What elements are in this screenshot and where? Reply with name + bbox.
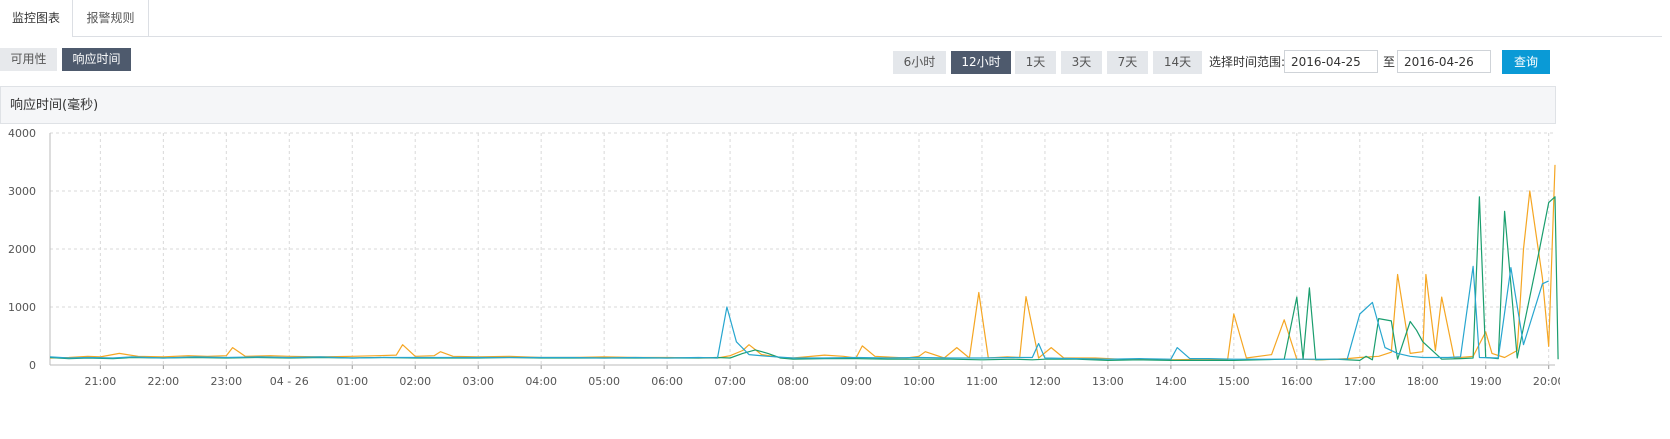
series-line-1 — [49, 196, 1559, 361]
tab-monitor-charts[interactable]: 监控图表 — [0, 0, 73, 37]
x-tick-label: 14:00 — [1155, 375, 1187, 388]
range-3d-button[interactable]: 3天 — [1061, 51, 1102, 74]
response-time-chart: 0 1000 2000 3000 4000 21:00 22:00 23:00 04 - 26 0… — [8, 127, 1560, 388]
metric-response-time-button[interactable]: 响应时间 — [62, 48, 131, 71]
x-tick-label: 05:00 — [588, 375, 620, 388]
x-tick-label: 11:00 — [966, 375, 998, 388]
x-tick-label: 03:00 — [462, 375, 494, 388]
x-tick-label: 13:00 — [1092, 375, 1124, 388]
y-tick-label: 0 — [29, 359, 36, 372]
x-tick-label: 06:00 — [651, 375, 683, 388]
series-line-2 — [49, 265, 1549, 360]
range-7d-button[interactable]: 7天 — [1107, 51, 1148, 74]
end-date-input[interactable] — [1397, 50, 1491, 73]
range-picker-label: 选择时间范围: — [1209, 55, 1286, 69]
x-tick-label: 17:00 — [1344, 375, 1376, 388]
top-tab-bar: 监控图表 报警规则 — [0, 0, 1662, 37]
range-12h-button[interactable]: 12小时 — [951, 51, 1011, 74]
x-tick-label: 04 - 26 — [270, 375, 309, 388]
x-tick-label: 22:00 — [147, 375, 179, 388]
metric-availability-button[interactable]: 可用性 — [0, 48, 57, 71]
y-tick-label: 3000 — [8, 185, 36, 198]
range-6h-button[interactable]: 6小时 — [893, 51, 946, 74]
x-tick-label: 19:00 — [1470, 375, 1502, 388]
x-tick-label: 02:00 — [399, 375, 431, 388]
x-tick-label: 12:00 — [1029, 375, 1061, 388]
x-tick-label: 16:00 — [1281, 375, 1313, 388]
y-tick-label: 2000 — [8, 243, 36, 256]
x-tick-label: 09:00 — [840, 375, 872, 388]
x-tick-label: 07:00 — [714, 375, 746, 388]
x-tick-label: 04:00 — [525, 375, 557, 388]
range-14d-button[interactable]: 14天 — [1153, 51, 1202, 74]
series-line-0 — [49, 164, 1556, 361]
start-date-input[interactable] — [1284, 50, 1378, 73]
chart-panel-header: 响应时间(毫秒) — [0, 86, 1556, 124]
x-tick-label: 15:00 — [1218, 375, 1250, 388]
date-separator: 至 — [1383, 55, 1396, 69]
x-tick-label: 20:00 — [1533, 375, 1560, 388]
y-tick-label: 1000 — [8, 301, 36, 314]
x-tick-label: 23:00 — [210, 375, 242, 388]
x-tick-label: 01:00 — [336, 375, 368, 388]
range-1d-button[interactable]: 1天 — [1015, 51, 1056, 74]
x-tick-label: 08:00 — [777, 375, 809, 388]
x-tick-label: 10:00 — [903, 375, 935, 388]
tab-alarm-rules[interactable]: 报警规则 — [73, 0, 149, 36]
x-tick-label: 21:00 — [85, 375, 117, 388]
chart-title: 响应时间(毫秒) — [10, 98, 99, 113]
query-button[interactable]: 查询 — [1502, 50, 1550, 74]
y-tick-label: 4000 — [8, 127, 36, 140]
x-tick-label: 18:00 — [1407, 375, 1439, 388]
